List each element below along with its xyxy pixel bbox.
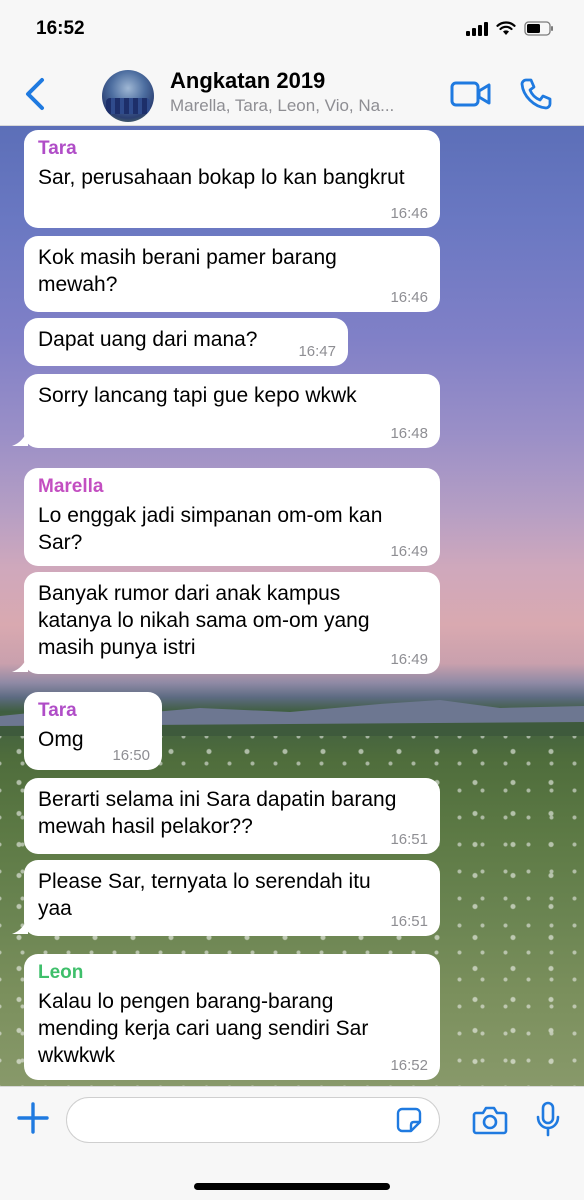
message-time: 16:46 bbox=[390, 289, 428, 306]
composer-bar bbox=[0, 1086, 584, 1200]
message-bubble[interactable]: Sorry lancang tapi gue kepo wkwk 16:48 bbox=[24, 374, 440, 448]
message-sender: Tara bbox=[38, 700, 77, 721]
message-bubble[interactable]: Tara Sar, perusahaan bokap lo kan bangkr… bbox=[24, 130, 440, 228]
bubble-tail bbox=[12, 430, 28, 446]
message-time: 16:52 bbox=[390, 1057, 428, 1074]
message-text: Dapat uang dari mana? bbox=[38, 328, 258, 351]
phone-call-icon[interactable] bbox=[518, 76, 554, 112]
message-bubble[interactable]: Tara Omg 16:50 bbox=[24, 692, 162, 770]
message-text: Lo enggak jadi simpanan om-om kan Sar? bbox=[38, 504, 383, 554]
message-text: Please Sar, ternyata lo serendah itu yaa bbox=[38, 870, 371, 920]
sticker-icon[interactable] bbox=[396, 1107, 422, 1133]
message-text: Sorry lancang tapi gue kepo wkwk bbox=[38, 384, 357, 407]
message-time: 16:51 bbox=[390, 831, 428, 848]
message-bubble[interactable]: Marella Lo enggak jadi simpanan om-om ka… bbox=[24, 468, 440, 566]
message-time: 16:47 bbox=[298, 343, 336, 360]
message-text: Banyak rumor dari anak kampus katanya lo… bbox=[38, 582, 370, 659]
message-time: 16:49 bbox=[390, 543, 428, 560]
chat-area[interactable]: Tara Sar, perusahaan bokap lo kan bangkr… bbox=[0, 126, 584, 1086]
message-input[interactable] bbox=[66, 1097, 440, 1143]
message-time: 16:50 bbox=[112, 747, 150, 764]
message-sender: Tara bbox=[38, 138, 77, 159]
status-time: 16:52 bbox=[36, 18, 85, 39]
chat-header: Angkatan 2019 Marella, Tara, Leon, Vio, … bbox=[0, 62, 584, 126]
group-avatar[interactable] bbox=[102, 70, 154, 122]
message-time: 16:46 bbox=[390, 205, 428, 222]
message-text: Sar, perusahaan bokap lo kan bangkrut bbox=[38, 166, 405, 189]
message-bubble[interactable]: Please Sar, ternyata lo serendah itu yaa… bbox=[24, 860, 440, 936]
chat-members[interactable]: Marella, Tara, Leon, Vio, Na... bbox=[170, 96, 430, 116]
video-call-icon[interactable] bbox=[450, 80, 492, 108]
status-bar: 16:52 bbox=[0, 0, 584, 62]
message-text: Kok masih berani pamer barang mewah? bbox=[38, 246, 337, 296]
battery-icon bbox=[524, 21, 553, 36]
message-time: 16:49 bbox=[390, 651, 428, 668]
plus-icon[interactable] bbox=[16, 1101, 50, 1135]
message-bubble[interactable]: Kok masih berani pamer barang mewah? 16:… bbox=[24, 236, 440, 312]
message-time: 16:48 bbox=[390, 425, 428, 442]
message-bubble[interactable]: Leon Kalau lo pengen barang-barang mendi… bbox=[24, 954, 440, 1080]
microphone-icon[interactable] bbox=[536, 1101, 560, 1137]
message-bubble[interactable]: Banyak rumor dari anak kampus katanya lo… bbox=[24, 572, 440, 674]
message-text: Berarti selama ini Sara dapatin barang m… bbox=[38, 788, 397, 838]
message-sender: Marella bbox=[38, 476, 104, 497]
status-icons bbox=[466, 21, 554, 36]
message-text: Kalau lo pengen barang-barang mending ke… bbox=[38, 990, 369, 1067]
bubble-tail bbox=[12, 918, 28, 934]
signal-icon bbox=[466, 21, 488, 36]
message-bubble[interactable]: Dapat uang dari mana? 16:47 bbox=[24, 318, 348, 366]
back-chevron-icon[interactable] bbox=[18, 74, 52, 114]
message-time: 16:51 bbox=[390, 913, 428, 930]
home-indicator[interactable] bbox=[194, 1183, 390, 1190]
message-bubble[interactable]: Berarti selama ini Sara dapatin barang m… bbox=[24, 778, 440, 854]
chat-title[interactable]: Angkatan 2019 bbox=[170, 68, 325, 94]
bubble-tail bbox=[12, 656, 28, 672]
message-sender: Leon bbox=[38, 962, 84, 983]
camera-icon[interactable] bbox=[472, 1105, 508, 1135]
wifi-icon bbox=[496, 21, 516, 35]
